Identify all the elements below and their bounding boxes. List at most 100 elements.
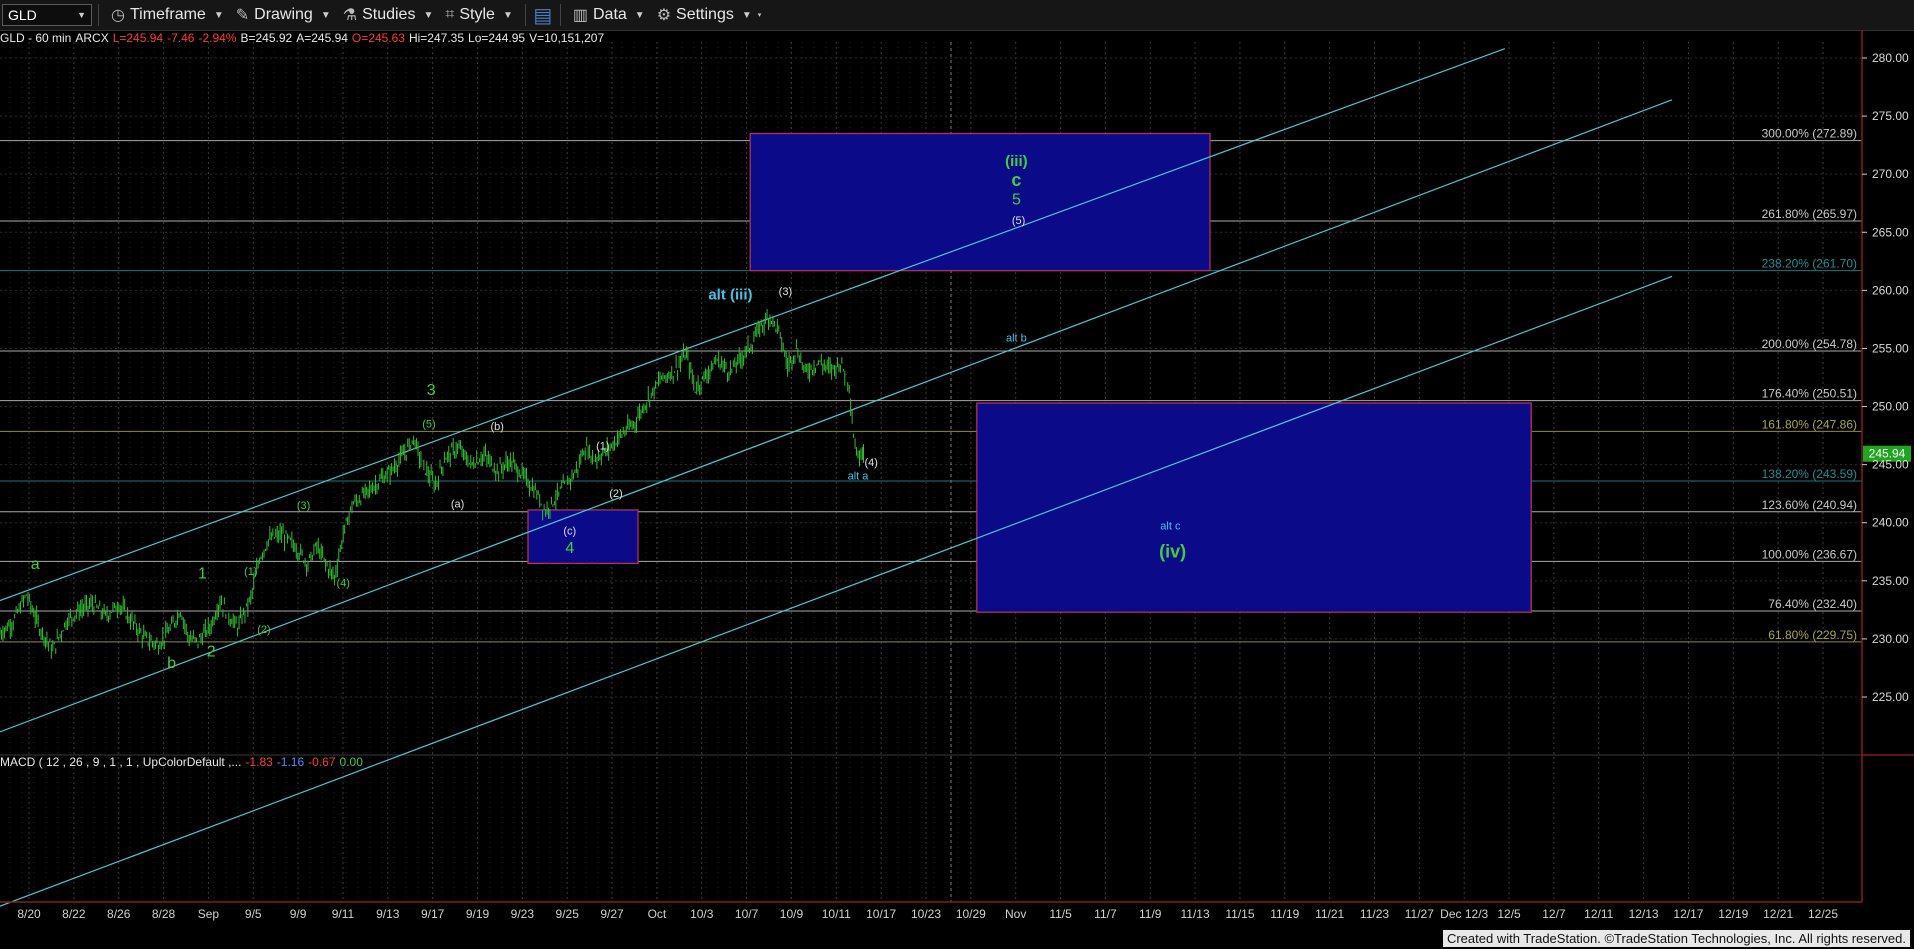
chevron-down-icon: ▼	[213, 9, 224, 21]
x-tick-label: 9/27	[600, 907, 624, 921]
layout-icon[interactable]: ▤	[532, 4, 554, 27]
x-tick-label: 12/17	[1673, 907, 1703, 921]
fib-label: 138.20% (243.59)	[1762, 467, 1857, 481]
style-button[interactable]: ⌗ Style ▼	[439, 2, 519, 28]
x-tick-label: Oct	[648, 907, 667, 921]
wave-label: (4)	[336, 578, 349, 590]
macd-value-3: -0.67	[308, 755, 336, 769]
wave-label: 3	[427, 382, 436, 399]
y-tick-label: 225.00	[1872, 690, 1909, 704]
data-button[interactable]: ▥ Data ▼	[567, 2, 651, 28]
x-tick-label: 10/11	[822, 907, 851, 921]
fib-label: 200.00% (254.78)	[1762, 337, 1857, 351]
toolbar-separator	[559, 4, 561, 26]
wave-label: (3)	[779, 286, 792, 298]
macd-value-4: 0.00	[339, 755, 363, 769]
quote-ask: A=245.94	[296, 31, 348, 45]
wave-label: (2)	[609, 488, 622, 500]
x-tick-label: 9/9	[290, 907, 307, 921]
quote-open: O=245.63	[351, 31, 405, 45]
pencil-icon: ✎	[235, 7, 250, 24]
wave-label: (3)	[297, 500, 310, 512]
x-tick-label: 8/26	[107, 907, 131, 921]
price-chart[interactable]: 300.00% (272.89) 261.80% (265.97) 238.20% …	[0, 0, 1914, 949]
drawing-button[interactable]: ✎ Drawing ▼	[230, 2, 337, 28]
upper-target-box	[749, 132, 1211, 272]
wave-label: 5	[1012, 191, 1021, 208]
wave-label: (1)	[596, 441, 609, 453]
x-tick-label: 11/27	[1405, 907, 1434, 921]
x-tick-label: 8/22	[62, 907, 86, 921]
macd-value-2: -1.16	[276, 755, 305, 769]
fib-label: 123.60% (240.94)	[1762, 498, 1857, 512]
y-tick-label: 245.00	[1872, 458, 1909, 472]
quote-name: GLD - 60 min	[0, 31, 72, 45]
x-tick-label: 12/7	[1542, 907, 1566, 921]
wave-label: (iii)	[1005, 153, 1028, 170]
quote-low: Lo=244.95	[468, 31, 526, 45]
y-tick-label: 250.00	[1872, 400, 1909, 414]
fib-label: 238.20% (261.70)	[1762, 257, 1857, 271]
channel-line	[0, 275, 1673, 907]
chevron-down-icon: ▼	[634, 9, 645, 21]
wave-label: alt b	[1006, 332, 1027, 344]
wave-label: a	[31, 556, 40, 573]
studies-button[interactable]: ⚗ Studies ▼	[337, 2, 440, 28]
y-tick-label: 280.00	[1872, 51, 1909, 65]
x-tick-label: 11/9	[1139, 907, 1162, 921]
x-tick-label: 9/23	[511, 907, 535, 921]
x-tick-label: 10/7	[735, 907, 759, 921]
chevron-down-icon: ▼	[502, 9, 513, 21]
timeframe-button[interactable]: ◷ Timeframe ▼	[105, 2, 230, 28]
quote-bid: B=245.92	[240, 31, 293, 45]
wave-label: 1	[198, 565, 207, 582]
symbol-value: GLD	[8, 7, 37, 23]
wave-label: alt c	[1160, 521, 1181, 533]
x-tick-label: 12/21	[1763, 907, 1793, 921]
lower-target-box	[976, 402, 1532, 613]
chevron-down-icon: ▾	[757, 12, 762, 19]
quote-high: Hi=247.35	[408, 31, 465, 45]
x-tick-label: 10/9	[780, 907, 804, 921]
x-tick-label: 12/25	[1808, 907, 1838, 921]
timeframe-label: Timeframe	[129, 6, 206, 23]
data-label: Data	[592, 6, 627, 23]
toolbar-separator	[98, 4, 99, 26]
wave-label: b	[167, 655, 176, 672]
fib-label: 100.00% (236.67)	[1762, 547, 1857, 561]
y-tick-label: 255.00	[1872, 341, 1909, 355]
wave-labels: a b 1 2 (1) (2) (3) (4) 3 (5) (b) (a) (c) 4 (1) (2) alt …	[31, 153, 1186, 672]
x-tick-label: 11/19	[1270, 907, 1299, 921]
chevron-down-icon: ▼	[741, 9, 752, 21]
wave-label: (a)	[451, 499, 464, 511]
target-boxes	[527, 132, 1532, 613]
settings-label: Settings	[676, 6, 734, 23]
x-tick-label: Nov	[1005, 907, 1026, 921]
watermark: Created with TradeStation. ©TradeStation…	[1442, 930, 1910, 947]
wave-label: (2)	[257, 624, 270, 636]
y-tick-label: 275.00	[1872, 109, 1909, 123]
x-tick-label: 12/19	[1718, 907, 1748, 921]
x-tick-label: 9/11	[332, 907, 355, 921]
x-tick-label: 9/5	[245, 907, 262, 921]
channel-line	[0, 99, 1673, 733]
x-tick-label: 10/3	[690, 907, 714, 921]
symbol-input[interactable]: GLD ▼	[2, 4, 92, 26]
macd-legend: MACD ( 12 , 26 , 9 , 1 , 1 , UpColorDefa…	[0, 755, 367, 769]
y-tick-label: 240.00	[1872, 516, 1909, 530]
fib-label: 61.80% (229.75)	[1768, 628, 1857, 642]
style-label: Style	[459, 6, 495, 23]
fib-label: 76.40% (232.40)	[1768, 597, 1857, 611]
wave-label: (b)	[490, 421, 503, 433]
wave-label: c	[1011, 170, 1021, 190]
fib-levels: 300.00% (272.89) 261.80% (265.97) 238.20% …	[0, 127, 1862, 643]
settings-button[interactable]: ⚙ Settings ▼ ▾	[651, 2, 768, 28]
quote-change: -7.46	[167, 31, 195, 45]
x-axis: 8/20 8/22 8/26 8/28 Sep 9/5 9/9 9/11 9/13 9/17 9/1…	[0, 901, 1862, 921]
y-tick-label: 235.00	[1872, 574, 1909, 588]
x-tick-label: 11/13	[1181, 907, 1210, 921]
last-price-marker	[1863, 445, 1911, 462]
x-tick-label: 9/19	[466, 907, 490, 921]
x-tick-label: 12/11	[1584, 907, 1613, 921]
last-price-label: 245.94	[1869, 447, 1906, 461]
